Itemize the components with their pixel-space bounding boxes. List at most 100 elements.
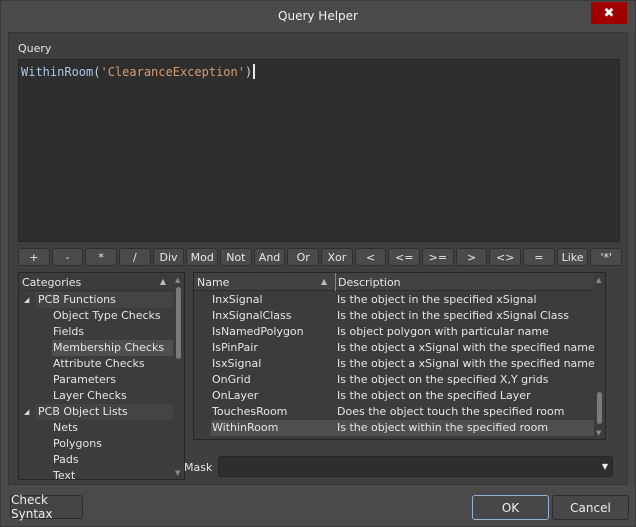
- expand-toggle-icon[interactable]: ◢: [24, 292, 29, 308]
- function-description: Does the object touch the specified room: [337, 405, 565, 418]
- main-panel: Query WithinRoom('ClearanceException') +…: [8, 32, 628, 485]
- text-caret: [253, 64, 256, 79]
- sort-ascending-icon: ▲: [321, 277, 328, 286]
- function-name: OnGrid: [212, 373, 251, 386]
- scroll-down-icon[interactable]: ▼: [175, 469, 180, 477]
- function-name: InxSignal: [212, 293, 263, 306]
- function-row[interactable]: OnLayer Is the object on the specified La…: [194, 388, 594, 404]
- category-label: Layer Checks: [53, 389, 127, 402]
- categories-header-label: Categories: [22, 276, 82, 289]
- category-group[interactable]: ◢ PCB Object Lists: [19, 404, 174, 420]
- category-label: Attribute Checks: [53, 357, 145, 370]
- scroll-thumb[interactable]: [176, 287, 181, 359]
- operator-button[interactable]: '*': [590, 248, 623, 266]
- category-label: Pads: [53, 453, 79, 466]
- function-row[interactable]: InxSignalClass Is the object in the speci…: [194, 308, 594, 324]
- expand-toggle-icon[interactable]: ◢: [24, 404, 29, 420]
- column-header-name[interactable]: Name: [197, 276, 229, 289]
- scroll-up-icon[interactable]: ▲: [175, 276, 180, 284]
- category-group[interactable]: ◢ PCB Functions: [19, 292, 174, 308]
- operator-button[interactable]: Div: [152, 248, 185, 266]
- category-item[interactable]: Parameters: [19, 372, 174, 388]
- query-string-token: 'ClearanceException': [100, 65, 245, 79]
- function-row[interactable]: IsxSignal Is the object a xSignal with th…: [194, 356, 595, 372]
- category-item[interactable]: Nets: [19, 420, 174, 436]
- operator-button[interactable]: Not: [220, 248, 252, 266]
- category-item[interactable]: Polygons: [19, 436, 174, 452]
- function-description: Is the object a xSignal with the specifi…: [337, 341, 595, 354]
- scroll-down-icon[interactable]: ▼: [596, 429, 601, 437]
- operator-button[interactable]: Xor: [321, 248, 353, 266]
- mask-label: Mask: [184, 461, 213, 474]
- title-bar: Query Helper ✖: [1, 1, 635, 31]
- category-label: Parameters: [53, 373, 116, 386]
- function-name: OnLayer: [212, 389, 259, 402]
- scroll-up-icon[interactable]: ▲: [596, 276, 601, 284]
- categories-scrollbar[interactable]: ▲ ▼: [173, 273, 184, 479]
- operator-button[interactable]: Mod: [186, 248, 219, 266]
- category-label: PCB Functions: [38, 293, 116, 306]
- operator-button[interactable]: And: [253, 248, 286, 266]
- category-label: Text: [53, 469, 76, 480]
- function-description: Is the object on the specified X,Y grids: [337, 373, 549, 386]
- category-item[interactable]: Membership Checks: [19, 340, 174, 356]
- column-header-description[interactable]: Description: [335, 273, 594, 291]
- function-row[interactable]: IsNamedPolygon Is object polygon with par…: [194, 324, 594, 340]
- dialog-title: Query Helper: [278, 9, 358, 23]
- operator-button[interactable]: >=: [422, 248, 454, 266]
- categories-panel: Categories ▲ ◢ PCB Functions Object Type C…: [18, 272, 185, 480]
- category-label: Object Type Checks: [53, 309, 161, 322]
- function-row[interactable]: OnGrid Is the object on the specified X,Y…: [194, 372, 594, 388]
- dialog-edge: [629, 32, 635, 485]
- function-row[interactable]: TouchesRoom Does the object touch the spe…: [194, 404, 594, 420]
- operator-button[interactable]: =: [523, 248, 555, 266]
- function-description: Is object polygon with particular name: [337, 325, 549, 338]
- category-label: Fields: [53, 325, 85, 338]
- functions-header: Name ▲ Description: [194, 273, 594, 291]
- category-item[interactable]: Text: [19, 468, 174, 480]
- operator-button[interactable]: +: [18, 248, 50, 266]
- check-syntax-button[interactable]: Check Syntax: [10, 493, 83, 521]
- scroll-thumb[interactable]: [597, 392, 602, 424]
- sort-ascending-icon: ▲: [159, 277, 166, 286]
- close-button[interactable]: ✖: [591, 2, 627, 24]
- categories-tree: ◢ PCB Functions Object Type Checks Fields Me…: [19, 292, 174, 480]
- function-name: IsNamedPolygon: [212, 325, 304, 338]
- query-label: Query: [18, 42, 52, 55]
- ok-button[interactable]: OK: [472, 495, 549, 520]
- category-item[interactable]: Layer Checks: [19, 388, 174, 404]
- category-label: Membership Checks: [53, 341, 165, 354]
- functions-scrollbar[interactable]: ▲ ▼: [594, 273, 605, 439]
- function-description: Is the object on the specified Layer: [337, 389, 531, 402]
- operator-button[interactable]: >: [455, 248, 488, 266]
- operator-button[interactable]: Like: [556, 248, 589, 266]
- operator-button[interactable]: <>: [489, 248, 522, 266]
- operator-button[interactable]: Or: [287, 248, 320, 266]
- close-icon: ✖: [603, 5, 615, 21]
- category-item[interactable]: Attribute Checks: [19, 356, 174, 372]
- mask-combobox[interactable]: ▼: [218, 456, 613, 477]
- functions-list: InxSignal Is the object in the specified …: [194, 292, 595, 436]
- operator-button[interactable]: <=: [388, 248, 421, 266]
- category-item[interactable]: Fields: [19, 324, 174, 340]
- function-name: WithinRoom: [212, 421, 279, 434]
- function-row[interactable]: InxSignal Is the object in the specified …: [194, 292, 594, 308]
- categories-header[interactable]: Categories ▲: [19, 273, 174, 291]
- function-row[interactable]: IsPinPair Is the object a xSignal with th…: [194, 340, 595, 356]
- category-item[interactable]: Pads: [19, 452, 174, 468]
- dropdown-arrow-icon: ▼: [601, 462, 608, 471]
- category-label: Polygons: [53, 437, 102, 450]
- operator-button[interactable]: /: [119, 248, 151, 266]
- category-item[interactable]: Object Type Checks: [19, 308, 174, 324]
- function-name: InxSignalClass: [212, 309, 292, 322]
- operator-button[interactable]: -: [51, 248, 84, 266]
- query-editor[interactable]: WithinRoom('ClearanceException'): [18, 59, 620, 242]
- operator-button[interactable]: <: [354, 248, 387, 266]
- function-row[interactable]: WithinRoom Is the object within the speci…: [211, 420, 594, 436]
- cancel-button[interactable]: Cancel: [552, 495, 629, 520]
- category-label: Nets: [53, 421, 79, 434]
- operator-button[interactable]: *: [85, 248, 118, 266]
- function-name: TouchesRoom: [212, 405, 288, 418]
- function-description: Is the object a xSignal with the specifi…: [337, 357, 595, 370]
- function-description: Is the object in the specified xSignal C…: [337, 309, 569, 322]
